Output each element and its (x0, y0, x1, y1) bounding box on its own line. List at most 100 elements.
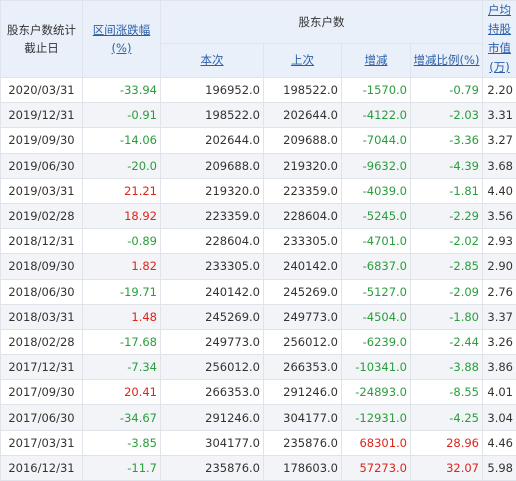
delta-sort-link[interactable]: 增减 (365, 53, 388, 67)
current-holders-cell: 196952.0 (161, 78, 264, 103)
delta-cell: -4122.0 (342, 103, 411, 128)
current-holders-cell: 256012.0 (161, 355, 264, 380)
change-column-header[interactable]: 区间涨跌幅(%) (83, 1, 161, 78)
avg-value-cell: 4.01 (483, 380, 516, 405)
table-row: 2019/09/30-14.06202644.0209688.0-7044.0-… (1, 128, 516, 153)
current-holders-cell: 223359.0 (161, 203, 264, 228)
table-row: 2017/12/31-7.34256012.0266353.0-10341.0-… (1, 355, 516, 380)
table-row: 2017/03/31-3.85304177.0235876.068301.028… (1, 430, 516, 455)
current-holders-cell: 291246.0 (161, 405, 264, 430)
table-row: 2019/03/3121.21219320.0223359.0-4039.0-1… (1, 178, 516, 203)
shareholder-table: 股东户数统计截止日 区间涨跌幅(%) 股东户数 户均持股市值(万) 本次 上次 … (0, 0, 516, 481)
avg-value-cell: 2.93 (483, 229, 516, 254)
change-cell: -0.91 (83, 103, 161, 128)
current-holders-cell: 235876.0 (161, 455, 264, 480)
date-cell: 2017/09/30 (1, 380, 83, 405)
delta-cell: -6837.0 (342, 254, 411, 279)
delta-cell: -5127.0 (342, 279, 411, 304)
delta-cell: -4701.0 (342, 229, 411, 254)
delta-pct-cell: -0.79 (411, 78, 483, 103)
date-cell: 2017/03/31 (1, 430, 83, 455)
change-cell: -11.7 (83, 455, 161, 480)
delta-cell: -6239.0 (342, 329, 411, 354)
delta-pct-cell: 28.96 (411, 430, 483, 455)
change-cell: -14.06 (83, 128, 161, 153)
previous-sort-link[interactable]: 上次 (291, 53, 314, 67)
change-cell: -20.0 (83, 153, 161, 178)
delta-pct-sort-link[interactable]: 增减比例(%) (414, 53, 480, 67)
change-cell: -3.85 (83, 430, 161, 455)
delta-cell: -12931.0 (342, 405, 411, 430)
current-holders-cell: 198522.0 (161, 103, 264, 128)
delta-cell: -5245.0 (342, 203, 411, 228)
delta-pct-cell: -2.29 (411, 203, 483, 228)
date-cell: 2020/03/31 (1, 78, 83, 103)
delta-cell: 57273.0 (342, 455, 411, 480)
table-row: 2019/06/30-20.0209688.0219320.0-9632.0-4… (1, 153, 516, 178)
previous-holders-cell: 249773.0 (264, 304, 342, 329)
table-body: 2020/03/31-33.94196952.0198522.0-1570.0-… (1, 78, 516, 481)
table-row: 2019/02/2818.92223359.0228604.0-5245.0-2… (1, 203, 516, 228)
avg-value-cell: 3.68 (483, 153, 516, 178)
table-row: 2016/12/31-11.7235876.0178603.057273.032… (1, 455, 516, 480)
delta-pct-cell: -2.03 (411, 103, 483, 128)
previous-column-header[interactable]: 上次 (264, 43, 342, 77)
avg-value-cell: 3.56 (483, 203, 516, 228)
delta-cell: -7044.0 (342, 128, 411, 153)
current-holders-cell: 202644.0 (161, 128, 264, 153)
current-holders-cell: 209688.0 (161, 153, 264, 178)
delta-pct-cell: -2.44 (411, 329, 483, 354)
previous-holders-cell: 240142.0 (264, 254, 342, 279)
table-row: 2018/09/301.82233305.0240142.0-6837.0-2.… (1, 254, 516, 279)
delta-pct-cell: -3.36 (411, 128, 483, 153)
current-holders-cell: 219320.0 (161, 178, 264, 203)
delta-column-header[interactable]: 增减 (342, 43, 411, 77)
previous-holders-cell: 233305.0 (264, 229, 342, 254)
table-row: 2019/12/31-0.91198522.0202644.0-4122.0-2… (1, 103, 516, 128)
avg-value-sort-link[interactable]: 户均持股市值(万) (488, 3, 511, 74)
avg-value-cell: 4.46 (483, 430, 516, 455)
delta-cell: -4039.0 (342, 178, 411, 203)
change-cell: 21.21 (83, 178, 161, 203)
date-cell: 2018/06/30 (1, 279, 83, 304)
delta-pct-cell: 32.07 (411, 455, 483, 480)
date-cell: 2019/03/31 (1, 178, 83, 203)
current-holders-cell: 249773.0 (161, 329, 264, 354)
delta-pct-column-header[interactable]: 增减比例(%) (411, 43, 483, 77)
previous-holders-cell: 178603.0 (264, 455, 342, 480)
previous-holders-cell: 223359.0 (264, 178, 342, 203)
current-holders-cell: 240142.0 (161, 279, 264, 304)
delta-pct-cell: -8.55 (411, 380, 483, 405)
change-cell: -17.68 (83, 329, 161, 354)
table-row: 2018/02/28-17.68249773.0256012.0-6239.0-… (1, 329, 516, 354)
change-cell: -7.34 (83, 355, 161, 380)
current-holders-cell: 245269.0 (161, 304, 264, 329)
holders-group-header: 股东户数 (161, 1, 483, 44)
previous-holders-cell: 219320.0 (264, 153, 342, 178)
delta-pct-cell: -4.39 (411, 153, 483, 178)
previous-holders-cell: 235876.0 (264, 430, 342, 455)
table-row: 2018/03/311.48245269.0249773.0-4504.0-1.… (1, 304, 516, 329)
avg-value-column-header[interactable]: 户均持股市值(万) (483, 1, 516, 78)
avg-value-cell: 5.98 (483, 455, 516, 480)
date-cell: 2018/12/31 (1, 229, 83, 254)
delta-cell: -4504.0 (342, 304, 411, 329)
current-holders-cell: 266353.0 (161, 380, 264, 405)
current-column-header[interactable]: 本次 (161, 43, 264, 77)
current-sort-link[interactable]: 本次 (201, 53, 224, 67)
date-cell: 2018/03/31 (1, 304, 83, 329)
avg-value-cell: 2.20 (483, 78, 516, 103)
previous-holders-cell: 256012.0 (264, 329, 342, 354)
change-cell: 20.41 (83, 380, 161, 405)
previous-holders-cell: 245269.0 (264, 279, 342, 304)
change-sort-link[interactable]: 区间涨跌幅(%) (93, 23, 151, 55)
date-cell: 2018/02/28 (1, 329, 83, 354)
date-column-header: 股东户数统计截止日 (1, 1, 83, 78)
delta-pct-cell: -1.81 (411, 178, 483, 203)
delta-cell: -24893.0 (342, 380, 411, 405)
date-cell: 2019/12/31 (1, 103, 83, 128)
date-cell: 2019/09/30 (1, 128, 83, 153)
previous-holders-cell: 198522.0 (264, 78, 342, 103)
delta-pct-cell: -1.80 (411, 304, 483, 329)
delta-pct-cell: -2.09 (411, 279, 483, 304)
